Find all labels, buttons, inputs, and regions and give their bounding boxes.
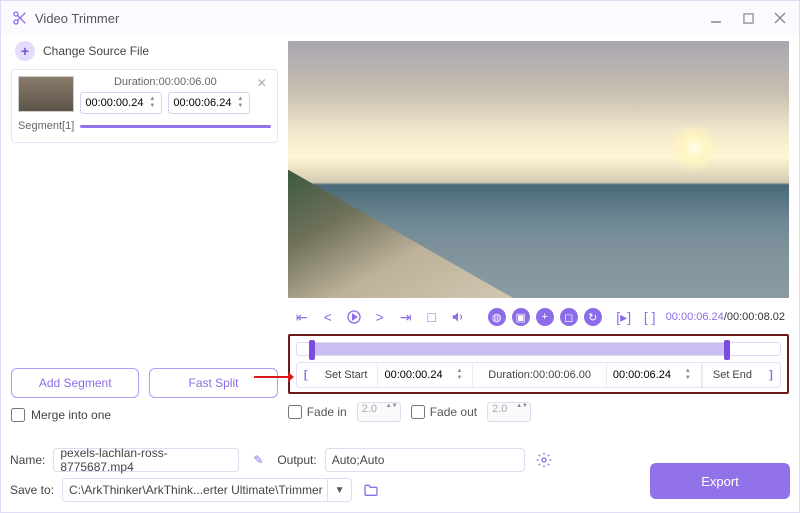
start-bracket-icon[interactable]: [ (297, 363, 315, 387)
segment-progress-bar (80, 125, 270, 128)
add-segment-button[interactable]: Add Segment (11, 368, 139, 398)
timecode: 00:00:06.24/00:00:08.02 (666, 311, 785, 323)
trim-box: [ Set Start ▲▼ Duration:00:00:06.00 ▲▼ S… (288, 334, 789, 394)
trim-start-input[interactable]: ▲▼ (378, 363, 473, 387)
change-source-label: Change Source File (43, 44, 149, 58)
trim-duration-label: Duration:00:00:06.00 (473, 363, 606, 387)
fade-out-checkbox[interactable]: Fade out (411, 405, 477, 419)
trim-end-input[interactable]: ▲▼ (607, 363, 702, 387)
footer: Name: pexels-lachlan-ross-8775687.mp4 ✎ … (10, 445, 790, 505)
name-input[interactable]: pexels-lachlan-ross-8775687.mp4 (53, 448, 239, 472)
remove-segment-icon[interactable]: ✕ (257, 76, 271, 90)
segment-duration-label: Duration:00:00:06.00 (80, 76, 251, 88)
segment-thumbnail[interactable] (18, 76, 74, 112)
stepper-icon[interactable]: ▲▼ (237, 96, 247, 110)
rotate-tool-icon[interactable]: ↻ (584, 308, 602, 326)
app-logo-icon (11, 9, 29, 27)
close-button[interactable] (771, 9, 789, 27)
window-title: Video Trimmer (35, 11, 707, 26)
set-start-button[interactable]: Set Start (315, 363, 379, 387)
video-preview[interactable] (288, 41, 789, 298)
segment-end-input[interactable]: ▲▼ (168, 92, 250, 114)
segment-start-input[interactable]: ▲▼ (80, 92, 162, 114)
save-to-label: Save to: (10, 483, 54, 497)
stepper-icon: ▲▼ (386, 403, 396, 410)
bracket-out-icon[interactable]: [ ] (640, 307, 660, 327)
fade-in-checkbox[interactable]: Fade in (288, 405, 347, 419)
add-tool-icon[interactable]: + (536, 308, 554, 326)
bracket-in-icon[interactable]: [▸] (614, 307, 634, 327)
player-controls: ⇤ < > ⇥ □ ◍ ▣ + ◻ ↻ [▸] [ ] 00:00:06.24/… (288, 302, 789, 332)
minimize-button[interactable] (707, 9, 725, 27)
right-panel: ⇤ < > ⇥ □ ◍ ▣ + ◻ ↻ [▸] [ ] 00:00:06.24/… (284, 35, 789, 422)
output-label: Output: (277, 453, 316, 467)
stepper-icon[interactable]: ▲▼ (456, 368, 466, 382)
edit-tool-1-icon[interactable]: ◍ (488, 308, 506, 326)
stepper-icon[interactable]: ▲▼ (685, 368, 695, 382)
timeline-start-handle[interactable] (309, 340, 315, 360)
next-frame-icon[interactable]: > (370, 307, 390, 327)
segment-name: Segment[1] (18, 120, 74, 132)
prev-frame-icon[interactable]: < (318, 307, 338, 327)
timeline-end-handle[interactable] (724, 340, 730, 360)
edit-name-icon[interactable]: ✎ (247, 449, 269, 471)
last-frame-icon[interactable]: ⇥ (396, 307, 416, 327)
annotation-arrow-icon (254, 370, 294, 384)
first-frame-icon[interactable]: ⇤ (292, 307, 312, 327)
stop-icon[interactable]: □ (422, 307, 442, 327)
stepper-icon: ▲▼ (516, 403, 526, 410)
fade-row: Fade in 2.0 ▲▼ Fade out 2.0 ▲▼ (288, 402, 789, 422)
export-button[interactable]: Export (650, 463, 790, 499)
merge-checkbox[interactable]: Merge into one (11, 408, 278, 422)
volume-icon[interactable] (448, 307, 468, 327)
plus-icon: + (15, 41, 35, 61)
set-end-button[interactable]: Set End (702, 363, 762, 387)
change-source-button[interactable]: + Change Source File (11, 35, 278, 69)
titlebar: Video Trimmer (1, 1, 799, 35)
play-icon[interactable] (344, 307, 364, 327)
name-label: Name: (10, 453, 45, 467)
edit-tool-2-icon[interactable]: ▣ (512, 308, 530, 326)
left-panel: + Change Source File Duration:00:00:06.0… (11, 35, 278, 422)
maximize-button[interactable] (739, 9, 757, 27)
output-input[interactable]: Auto;Auto (325, 448, 525, 472)
segment-card: Duration:00:00:06.00 ▲▼ ▲▼ (11, 69, 278, 143)
fade-in-value[interactable]: 2.0 ▲▼ (357, 402, 401, 422)
open-folder-icon[interactable] (360, 479, 382, 501)
chevron-down-icon[interactable]: ▼ (327, 478, 351, 502)
stepper-icon[interactable]: ▲▼ (149, 96, 159, 110)
crop-tool-icon[interactable]: ◻ (560, 308, 578, 326)
output-settings-icon[interactable] (533, 449, 555, 471)
save-path-input[interactable]: C:\ArkThinker\ArkThink...erter Ultimate\… (62, 478, 352, 502)
fade-out-value[interactable]: 2.0 ▲▼ (487, 402, 531, 422)
trim-timeline[interactable] (296, 342, 781, 356)
end-bracket-icon[interactable]: ] (762, 363, 780, 387)
